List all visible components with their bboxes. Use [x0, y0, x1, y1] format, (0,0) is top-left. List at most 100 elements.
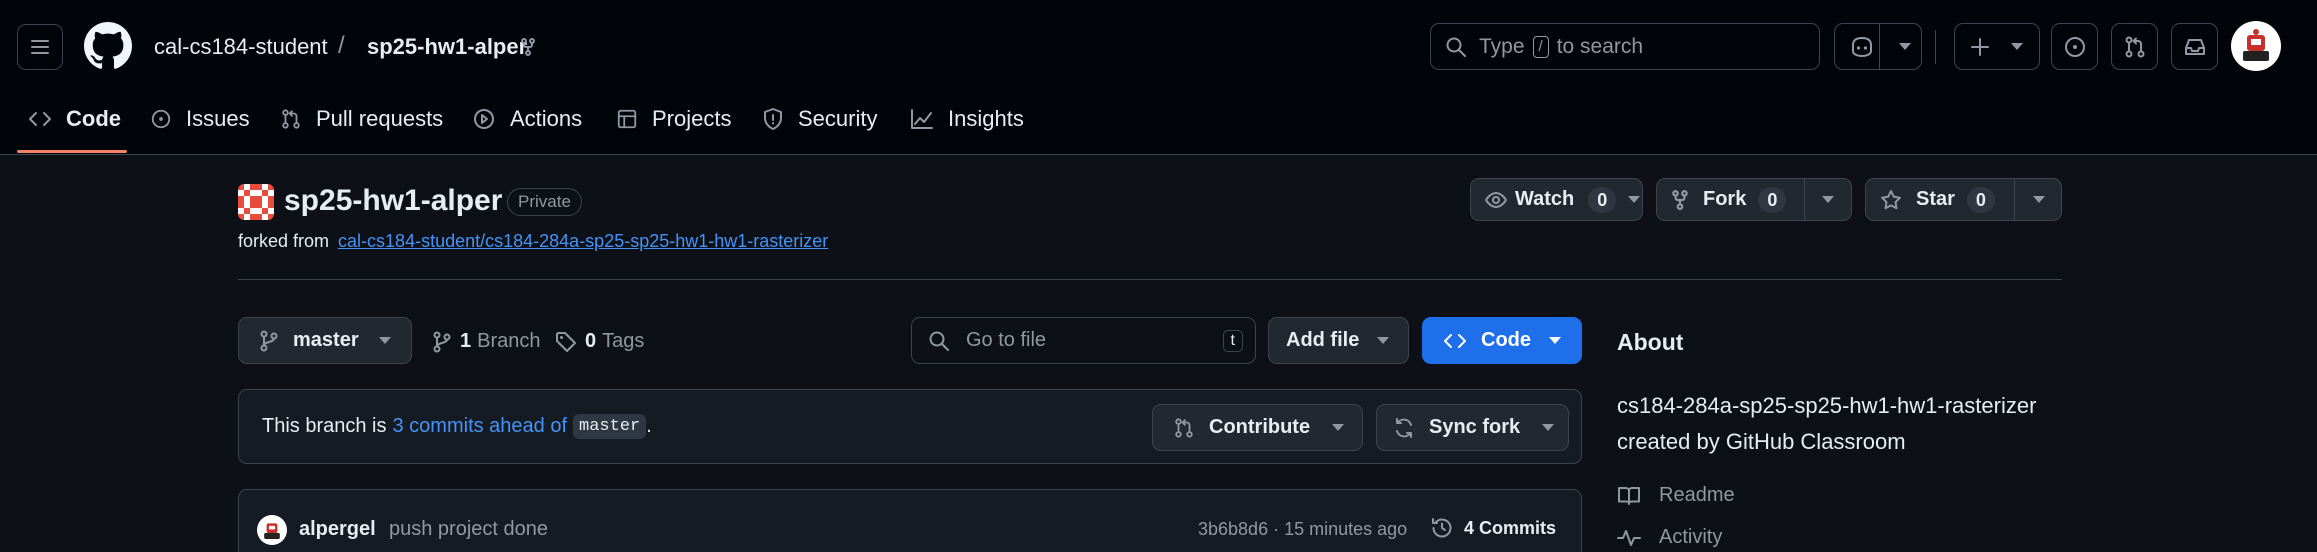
issues-button[interactable]	[2051, 23, 2098, 70]
repo-avatar	[238, 184, 274, 220]
branch-icon	[260, 330, 278, 351]
pull-request-icon	[2125, 36, 2144, 57]
branch-selector[interactable]: master	[238, 317, 412, 364]
watch-button[interactable]: Watch 0	[1470, 178, 1643, 221]
chevron-down-icon	[2032, 196, 2045, 203]
tab-actions[interactable]: Actions	[472, 88, 582, 150]
eye-icon	[1485, 191, 1507, 208]
commits-history-link[interactable]: 4 Commits	[1430, 516, 1556, 540]
chevron-down-icon	[1332, 424, 1345, 431]
header-divider	[1935, 30, 1936, 64]
code-button[interactable]: Code	[1422, 317, 1582, 364]
search-input[interactable]: Type / to search	[1430, 23, 1820, 70]
fork-icon	[521, 38, 535, 56]
tab-projects-label: Projects	[652, 106, 732, 131]
owner-link[interactable]: cal-cs184-student	[154, 34, 328, 60]
search-prefix: Type	[1479, 34, 1525, 58]
contribute-button[interactable]: Contribute	[1152, 404, 1363, 451]
commit-meta[interactable]: 3b6b8d6 · 15 minutes ago	[1198, 519, 1407, 540]
issue-icon	[2064, 36, 2085, 57]
go-to-file-input[interactable]: Go to file t	[911, 317, 1256, 364]
code-button-label: Code	[1481, 329, 1531, 351]
user-avatar[interactable]	[2231, 21, 2281, 71]
chevron-down-icon	[1899, 43, 1911, 50]
branch-icon	[433, 331, 451, 352]
repo-link[interactable]: sp25-hw1-alper	[367, 34, 527, 60]
tags-count: 0	[585, 330, 597, 352]
tags-label: Tags	[602, 330, 645, 352]
star-label: Star	[1916, 188, 1955, 210]
active-tab-indicator	[17, 150, 127, 153]
commit-author-avatar[interactable]	[257, 515, 287, 545]
star-button[interactable]: Star 0	[1865, 178, 2062, 221]
branch-status-suffix: .	[646, 415, 652, 437]
forked-from-link[interactable]: cal-cs184-student/cs184-284a-sp25-sp25-h…	[338, 231, 828, 251]
menu-button[interactable]	[17, 24, 63, 70]
issue-icon	[151, 109, 171, 129]
tab-actions-label: Actions	[510, 106, 583, 131]
global-header: cal-cs184-student / sp25-hw1-alper Type …	[0, 0, 2317, 155]
forked-from: forked from cal-cs184-student/cs184-284a…	[238, 231, 828, 252]
code-icon	[29, 112, 51, 126]
star-icon	[1881, 189, 1901, 209]
commits-count: 4 Commits	[1464, 517, 1557, 538]
code-icon	[1444, 333, 1466, 348]
star-count: 0	[1966, 186, 1995, 213]
play-icon	[474, 109, 494, 129]
sync-icon	[1396, 417, 1412, 438]
branches-link[interactable]: 1 Branch	[432, 330, 541, 353]
chevron-down-icon	[378, 337, 391, 344]
about-heading: About	[1617, 329, 1684, 355]
sync-fork-label: Sync fork	[1429, 416, 1521, 438]
watch-label: Watch	[1515, 188, 1575, 210]
tab-pull-requests[interactable]: Pull requests	[280, 88, 443, 150]
about-description: cs184-284a-sp25-sp25-hw1-hw1-rasterizer …	[1617, 393, 2037, 454]
search-icon	[1446, 37, 1466, 57]
copilot-icon	[1852, 36, 1872, 57]
tab-issues[interactable]: Issues	[150, 88, 250, 150]
branch-status-prefix: This branch is	[262, 415, 387, 437]
visibility-badge: Private	[507, 188, 582, 216]
plus-icon	[1971, 37, 1989, 56]
tag-icon	[556, 331, 576, 352]
tab-insights[interactable]: Insights	[910, 88, 1024, 150]
fork-button[interactable]: Fork 0	[1656, 178, 1852, 221]
graph-icon	[911, 109, 933, 129]
readme-label: Readme	[1659, 484, 1735, 506]
create-new-button[interactable]	[1954, 23, 2040, 70]
table-icon	[617, 109, 637, 129]
book-icon	[1618, 486, 1640, 505]
commits-ahead-link[interactable]: 3 commits ahead of	[393, 415, 568, 438]
history-icon	[1432, 518, 1452, 538]
inbox-button[interactable]	[2171, 23, 2218, 70]
go-to-file-key-hint: t	[1222, 329, 1243, 352]
go-to-file-placeholder: Go to file	[966, 329, 1047, 351]
repo-title[interactable]: sp25-hw1-alper	[284, 184, 502, 218]
pull-requests-button[interactable]	[2111, 23, 2158, 70]
tab-code[interactable]: Code	[28, 88, 121, 150]
activity-link[interactable]: Activity	[1617, 526, 1722, 549]
copilot-button[interactable]	[1834, 23, 1922, 70]
hamburger-icon	[31, 40, 49, 54]
commit-message[interactable]: push project done	[389, 518, 548, 541]
add-file-button[interactable]: Add file	[1268, 317, 1409, 364]
commit-author[interactable]: alpergel	[299, 518, 376, 541]
title-divider	[238, 279, 2062, 280]
sync-fork-button[interactable]: Sync fork	[1376, 404, 1569, 451]
add-file-label: Add file	[1286, 329, 1360, 351]
branch-name: master	[293, 329, 359, 351]
tab-projects[interactable]: Projects	[616, 88, 731, 150]
readme-link[interactable]: Readme	[1617, 484, 1735, 507]
tab-security[interactable]: Security	[762, 88, 877, 150]
watch-count: 0	[1588, 186, 1617, 213]
pulse-icon	[1617, 529, 1641, 546]
search-key-hint: /	[1532, 35, 1549, 58]
chevron-down-icon	[1549, 337, 1561, 344]
shield-icon	[764, 108, 782, 130]
fork-icon	[1672, 189, 1688, 210]
chevron-down-icon	[1377, 337, 1390, 344]
branches-label: Branch	[477, 330, 541, 352]
github-logo[interactable]	[84, 22, 132, 70]
inbox-icon	[2184, 38, 2205, 55]
tags-link[interactable]: 0 Tags	[555, 330, 644, 353]
